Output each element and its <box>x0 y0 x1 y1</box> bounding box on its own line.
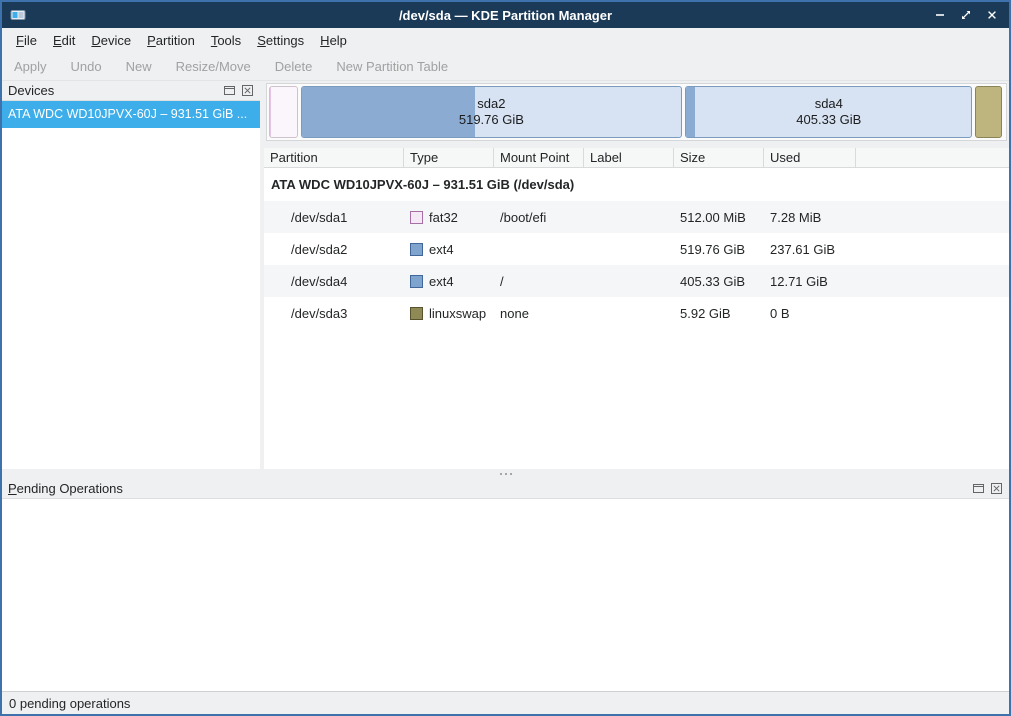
cell-size: 5.92 GiB <box>674 306 764 321</box>
cell-size: 519.76 GiB <box>674 242 764 257</box>
partition-segment-sda2[interactable]: sda2 519.76 GiB <box>301 86 682 138</box>
partition-segment-label: sda4 405.33 GiB <box>686 87 971 137</box>
pending-panel-titlebar: Pending Operations <box>2 479 1009 498</box>
table-row-sda1[interactable]: /dev/sda1 fat32 /boot/efi 512.00 MiB 7.2… <box>264 201 1009 233</box>
table-row-sda3[interactable]: /dev/sda3 linuxswap none 5.92 GiB 0 B <box>264 297 1009 329</box>
content-panel: sda2 519.76 GiB sda4 405.33 GiB <box>264 81 1009 469</box>
menubar: File Edit Device Partition Tools Setting… <box>2 28 1009 52</box>
titlebar[interactable]: /dev/sda — KDE Partition Manager <box>2 2 1009 28</box>
app-icon <box>10 7 26 23</box>
col-size[interactable]: Size <box>674 148 764 167</box>
fs-color-swatch <box>410 275 423 288</box>
partition-segment-sda3[interactable] <box>975 86 1001 138</box>
kde-partition-manager-window: /dev/sda — KDE Partition Manager F <box>0 0 1011 716</box>
cell-type: fat32 <box>404 210 494 225</box>
pending-operations-list <box>2 498 1009 691</box>
new-partition-button[interactable]: New <box>126 59 152 74</box>
toolbar: Apply Undo New Resize/Move Delete New Pa… <box>2 52 1009 81</box>
device-item-sda[interactable]: ATA WDC WD10JPVX-60J – 931.51 GiB ... <box>2 101 260 128</box>
close-panel-icon[interactable] <box>240 84 254 98</box>
fs-color-swatch <box>410 307 423 320</box>
partition-segment-sda4[interactable]: sda4 405.33 GiB <box>685 86 972 138</box>
fs-color-swatch <box>410 211 423 224</box>
fs-type-label: linuxswap <box>429 306 486 321</box>
menu-edit[interactable]: Edit <box>45 30 83 51</box>
fs-color-swatch <box>410 243 423 256</box>
pending-operations-panel: Pending Operations <box>2 479 1009 691</box>
fs-type-label: fat32 <box>429 210 458 225</box>
partition-segment-label <box>976 87 1000 137</box>
cell-mount-point: /boot/efi <box>494 210 584 225</box>
menu-device[interactable]: Device <box>83 30 139 51</box>
partition-size: 519.76 GiB <box>459 112 524 128</box>
fs-type-label: ext4 <box>429 274 454 289</box>
cell-size: 405.33 GiB <box>674 274 764 289</box>
cell-partition: /dev/sda1 <box>264 210 404 225</box>
partition-segment-sda1[interactable] <box>269 86 298 138</box>
cell-type: ext4 <box>404 274 494 289</box>
device-list: ATA WDC WD10JPVX-60J – 931.51 GiB ... <box>2 100 260 469</box>
cell-mount-point: none <box>494 306 584 321</box>
partition-bar-strip: sda2 519.76 GiB sda4 405.33 GiB <box>264 81 1009 148</box>
partition-name: sda4 <box>815 96 843 112</box>
window-title: /dev/sda — KDE Partition Manager <box>112 8 899 23</box>
partition-bar: sda2 519.76 GiB sda4 405.33 GiB <box>266 83 1007 141</box>
col-filler <box>856 148 1009 167</box>
statusbar-text: 0 pending operations <box>9 696 130 711</box>
window-controls <box>933 2 999 28</box>
cell-mount-point: / <box>494 274 584 289</box>
table-header: Partition Type Mount Point Label Size Us… <box>264 148 1009 168</box>
delete-button[interactable]: Delete <box>275 59 313 74</box>
minimize-button[interactable] <box>933 8 947 22</box>
horizontal-splitter[interactable] <box>2 469 1009 479</box>
new-partition-table-button[interactable]: New Partition Table <box>336 59 448 74</box>
cell-used: 7.28 MiB <box>764 210 856 225</box>
resize-move-button[interactable]: Resize/Move <box>176 59 251 74</box>
devices-panel-titlebar: Devices <box>2 81 260 100</box>
partition-size: 405.33 GiB <box>796 112 861 128</box>
menu-settings[interactable]: Settings <box>249 30 312 51</box>
col-partition[interactable]: Partition <box>264 148 404 167</box>
menu-tools[interactable]: Tools <box>203 30 249 51</box>
cell-partition: /dev/sda4 <box>264 274 404 289</box>
menu-help[interactable]: Help <box>312 30 355 51</box>
statusbar: 0 pending operations <box>2 691 1009 714</box>
devices-panel-title: Devices <box>8 83 218 98</box>
devices-panel: Devices ATA WDC WD10JPVX-60J – 93 <box>2 81 260 469</box>
partition-segment-label: sda2 519.76 GiB <box>302 87 681 137</box>
col-mount-point[interactable]: Mount Point <box>494 148 584 167</box>
partition-table: Partition Type Mount Point Label Size Us… <box>264 148 1009 469</box>
cell-partition: /dev/sda3 <box>264 306 404 321</box>
pending-panel-title: Pending Operations <box>8 481 967 496</box>
undo-button[interactable]: Undo <box>71 59 102 74</box>
close-panel-icon[interactable] <box>989 482 1003 496</box>
menu-file[interactable]: File <box>8 30 45 51</box>
close-button[interactable] <box>985 8 999 22</box>
table-row-sda4[interactable]: /dev/sda4 ext4 / 405.33 GiB 12.71 GiB <box>264 265 1009 297</box>
table-row-sda2[interactable]: /dev/sda2 ext4 519.76 GiB 237.61 GiB <box>264 233 1009 265</box>
cell-used: 12.71 GiB <box>764 274 856 289</box>
float-panel-icon[interactable] <box>971 482 985 496</box>
apply-button[interactable]: Apply <box>14 59 47 74</box>
fs-type-label: ext4 <box>429 242 454 257</box>
float-panel-icon[interactable] <box>222 84 236 98</box>
cell-size: 512.00 MiB <box>674 210 764 225</box>
cell-type: linuxswap <box>404 306 494 321</box>
splitter-handle <box>500 473 512 475</box>
cell-type: ext4 <box>404 242 494 257</box>
main-area: Devices ATA WDC WD10JPVX-60J – 93 <box>2 81 1009 469</box>
cell-partition: /dev/sda2 <box>264 242 404 257</box>
cell-used: 0 B <box>764 306 856 321</box>
device-group-row[interactable]: ATA WDC WD10JPVX-60J – 931.51 GiB (/dev/… <box>264 168 1009 201</box>
partition-segment-label <box>270 87 297 137</box>
partition-name: sda2 <box>477 96 505 112</box>
menu-partition[interactable]: Partition <box>139 30 203 51</box>
maximize-button[interactable] <box>959 8 973 22</box>
col-used[interactable]: Used <box>764 148 856 167</box>
cell-used: 237.61 GiB <box>764 242 856 257</box>
col-type[interactable]: Type <box>404 148 494 167</box>
col-label[interactable]: Label <box>584 148 674 167</box>
